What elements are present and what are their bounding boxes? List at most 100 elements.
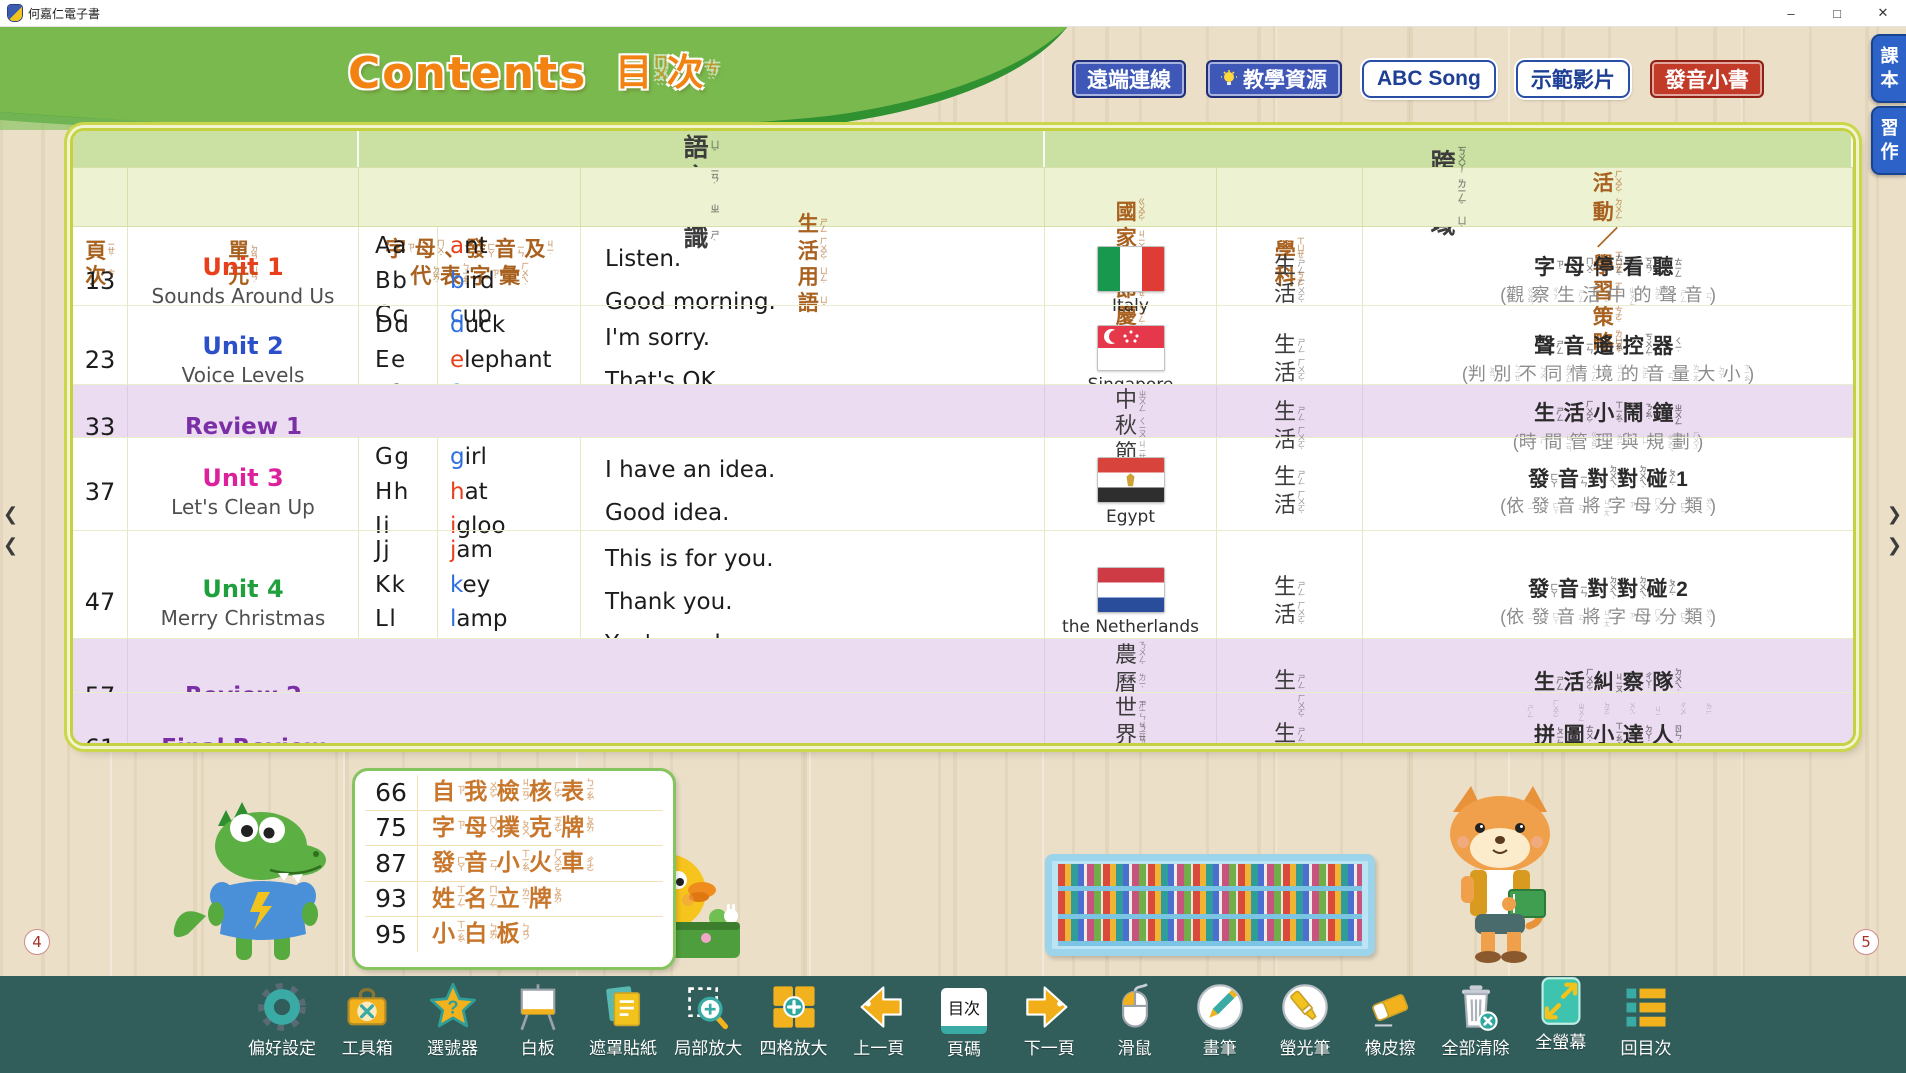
mask-sticker-button[interactable]: 遮罩貼紙	[581, 981, 665, 1060]
window-titlebar: 何嘉仁電子書 – □ ✕	[0, 0, 1906, 27]
contents-table: 語ㄩˇ言ㄧㄢˊ知ㄓ識ㄕˋ 跨ㄎㄨㄚˋ領ㄌㄧㄥˇ域ㄩˋ 頁ㄧㄝˋ次ㄘˋ 單ㄉㄢ元ㄩ…	[70, 128, 1856, 746]
chevron-left-icon: ❮	[3, 504, 18, 525]
list-title: 姓ㄒㄧㄥˋ名ㄇㄧㄥˊ立ㄌㄧˋ牌ㄆㄞˊ	[417, 882, 561, 917]
fullscreen-button[interactable]: 全螢幕	[1519, 975, 1603, 1054]
list-page-number: 93	[365, 884, 417, 913]
page-indicator-left: 4	[24, 929, 50, 955]
bookshelf-row	[1058, 919, 1362, 946]
country-label: Egypt	[1106, 507, 1155, 527]
eraser-icon	[1364, 981, 1416, 1033]
teaching-resources-label: 教學資源	[1243, 64, 1327, 94]
highlighter-icon	[1279, 981, 1331, 1033]
whiteboard-icon	[512, 981, 564, 1033]
close-button[interactable]: ✕	[1860, 0, 1906, 26]
bottom-toolbar: 偏好設定 工具箱 ? 選號器	[0, 976, 1906, 1073]
next-page-edge-arrow[interactable]: ❯ ❯	[1887, 504, 1902, 556]
list-item-name-stand[interactable]: 93 姓ㄒㄧㄥˋ名ㄇㄧㄥˊ立ㄌㄧˋ牌ㄆㄞˊ	[365, 881, 663, 917]
bookshelf-row	[1058, 891, 1362, 918]
eraser-tool-button[interactable]: 橡皮擦	[1348, 981, 1432, 1060]
list-item-mini-whiteboard[interactable]: 95 小ㄒㄧㄠˇ白ㄅㄞˊ板ㄅㄢˇ	[365, 916, 663, 952]
teaching-resources-button[interactable]: 教學資源	[1206, 60, 1342, 98]
pen-tool-button[interactable]: 畫筆	[1178, 981, 1262, 1060]
list-title: 小ㄒㄧㄠˇ白ㄅㄞˊ板ㄅㄢˇ	[417, 917, 529, 952]
phonics-book-label: 發音小書	[1665, 64, 1749, 94]
preferences-button[interactable]: 偏好設定	[240, 981, 324, 1060]
table-group-header: 語ㄩˇ言ㄧㄢˊ知ㄓ識ㄕˋ 跨ㄎㄨㄚˋ領ㄌㄧㄥˇ域ㄩˋ	[73, 131, 1853, 167]
back-to-contents-button[interactable]: 回目次	[1604, 981, 1688, 1060]
demo-video-label: 示範影片	[1531, 64, 1615, 94]
window-controls: – □ ✕	[1768, 0, 1906, 26]
minimize-button[interactable]: –	[1768, 0, 1814, 26]
singapore-flag	[1097, 325, 1165, 371]
chevron-right-icon: ❯	[1887, 504, 1902, 525]
country-label: the Netherlands	[1062, 617, 1199, 637]
star-question-icon: ?	[427, 981, 479, 1033]
prev-page-edge-arrow[interactable]: ❮ ❮	[3, 504, 18, 556]
crocodile-mascot	[158, 784, 358, 964]
number-picker-button[interactable]: ? 選號器	[411, 981, 495, 1060]
bookshelf-illustration	[1045, 854, 1375, 956]
chevron-right-icon: ❯	[1887, 535, 1902, 556]
clear-all-button[interactable]: 全部清除	[1434, 981, 1518, 1060]
abc-song-button[interactable]: ABC Song	[1362, 60, 1496, 98]
toolbox-icon	[341, 981, 393, 1033]
page-stage: Contents 目ㄇㄨˋ次ㄘˋ 遠端連線 教學資源 ABC Song 示範影片…	[0, 26, 1906, 976]
window-title: 何嘉仁電子書	[28, 5, 100, 22]
bookshelf-row	[1058, 864, 1362, 891]
table-row-review-1[interactable]: 33 Review 1 中ㄓㄨㄥ秋ㄑㄧㄡ節ㄐㄧㄝˊ 生ㄕㄥ活ㄏㄨㄛˊ 生ㄕㄥ活ㄏ…	[73, 384, 1853, 437]
tab-textbook[interactable]: 課本	[1871, 34, 1906, 103]
italy-flag	[1097, 246, 1165, 292]
zoom-area-icon	[682, 981, 734, 1033]
dog-mascot	[1425, 784, 1575, 969]
pen-icon	[1194, 981, 1246, 1033]
festival-cell: 世ㄕˋ界ㄐㄧㄝˋ地ㄉㄧˋ圖ㄊㄨˊ	[1045, 693, 1217, 746]
table-row-review-2[interactable]: 57 Review 2 農ㄋㄨㄥˊ曆ㄌㄧˋ新ㄒㄧㄣ年ㄋㄧㄢˊ 生ㄕㄥ活ㄏㄨㄛˊ …	[73, 638, 1853, 692]
unit-name: Unit 2	[202, 332, 283, 360]
list-title: 發ㄈㄚ音ㄧㄣ小ㄒㄧㄠˇ火ㄏㄨㄛˇ車ㄔㄜ	[417, 846, 593, 881]
mouse-tool-button[interactable]: 滑鼠	[1093, 981, 1177, 1060]
gear-icon	[256, 981, 308, 1033]
maximize-button[interactable]: □	[1814, 0, 1860, 26]
review-name: Final Review	[161, 735, 325, 746]
remote-connect-button[interactable]: 遠端連線	[1072, 60, 1186, 98]
list-item-self-check[interactable]: 66 自ㄗˋ我ㄨㄛˇ檢ㄐㄧㄢˇ核ㄏㄜˊ表ㄅㄧㄠˇ	[365, 775, 663, 810]
sticky-notes-icon	[597, 981, 649, 1033]
unit-name: Unit 4	[202, 575, 283, 603]
list-page-number: 75	[365, 813, 417, 842]
page-number-button[interactable]: 目次 頁碼	[922, 981, 1006, 1060]
unit-subtitle: Let's Clean Up	[171, 495, 315, 519]
unit-subtitle: Merry Christmas	[161, 606, 326, 630]
whiteboard-button[interactable]: 白板	[496, 981, 580, 1060]
quad-zoom-button[interactable]: 四格放大	[752, 981, 836, 1060]
partial-zoom-button[interactable]: 局部放大	[666, 981, 750, 1060]
top-button-row: 遠端連線 教學資源 ABC Song 示範影片 發音小書	[1072, 60, 1764, 98]
toolbox-button[interactable]: 工具箱	[325, 981, 409, 1060]
tab-workbook[interactable]: 習作	[1871, 106, 1906, 175]
list-item-phonics-train[interactable]: 87 發ㄈㄚ音ㄧㄣ小ㄒㄧㄠˇ火ㄏㄨㄛˇ車ㄔㄜ	[365, 845, 663, 881]
table-row-unit-2[interactable]: 23 Unit 2 Voice Levels Dd Ee Ff duckelep…	[73, 305, 1853, 384]
list-page-number: 95	[365, 920, 417, 949]
table-row-final-review[interactable]: 61 Final Review 世ㄕˋ界ㄐㄧㄝˋ地ㄉㄧˋ圖ㄊㄨˊ 生ㄕㄥ活ㄏㄨㄛ…	[73, 692, 1853, 746]
table-row-unit-3[interactable]: 37 Unit 3 Let's Clean Up Gg Hh Ii girlha…	[73, 437, 1853, 530]
page-number: 61	[73, 693, 128, 746]
next-page-button[interactable]: 下一頁	[1007, 981, 1091, 1060]
chevron-left-icon: ❮	[3, 535, 18, 556]
page-title: Contents 目ㄇㄨˋ次ㄘˋ	[348, 48, 718, 99]
demo-video-button[interactable]: 示範影片	[1516, 60, 1630, 98]
table-row-unit-4[interactable]: 47 Unit 4 Merry Christmas Jj Kk Ll Mm ja…	[73, 530, 1853, 638]
contents-title-en: Contents	[348, 48, 587, 99]
app-logo-icon	[8, 5, 22, 21]
unit-name: Unit 1	[202, 253, 283, 281]
list-page-number: 87	[365, 849, 417, 878]
list-item-letter-cards[interactable]: 75 字ㄗˋ母ㄇㄨˇ撲ㄆㄨ克ㄎㄜˋ牌ㄆㄞˊ	[365, 810, 663, 846]
fullscreen-icon	[1535, 975, 1587, 1027]
page-indicator-right: 5	[1853, 929, 1879, 955]
prev-page-button[interactable]: 上一頁	[837, 981, 921, 1060]
list-menu-icon	[1620, 981, 1672, 1033]
current-page-badge: 目次	[941, 988, 987, 1034]
phonics-book-button[interactable]: 發音小書	[1650, 60, 1764, 98]
contents-title-zh: 目ㄇㄨˋ次ㄘˋ	[615, 51, 718, 95]
lightbulb-icon	[1221, 70, 1237, 88]
highlighter-tool-button[interactable]: 螢光筆	[1263, 981, 1347, 1060]
table-row-unit-1[interactable]: 13 Unit 1 Sounds Around Us Aa Bb Cc antb…	[73, 227, 1853, 305]
